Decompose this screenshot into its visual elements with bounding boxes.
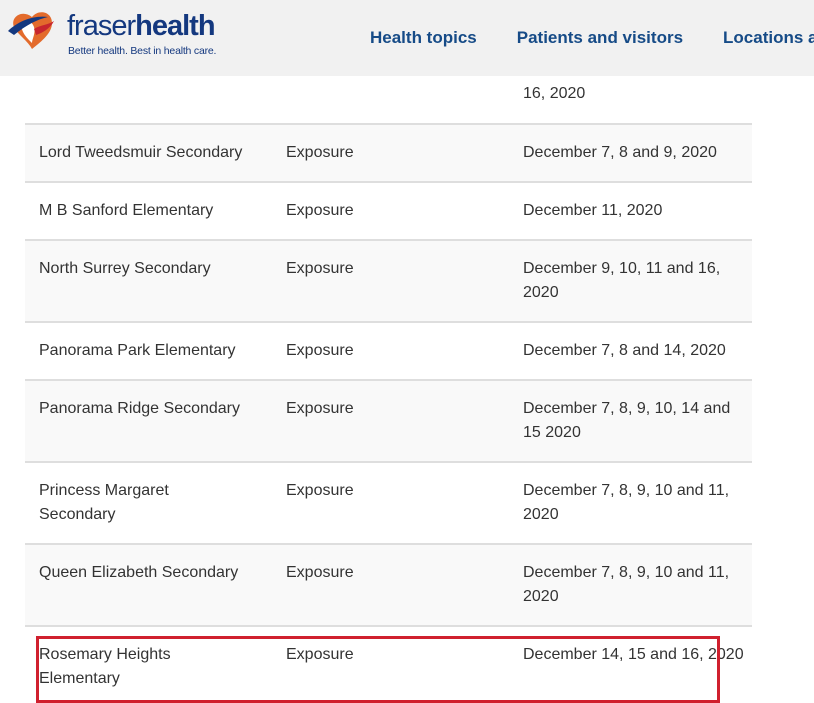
logo-word-health: health (135, 10, 215, 42)
school-name-cell: Panorama Park Elementary (39, 342, 236, 359)
exposure-dates-cell: December 7, 8 and 9, 2020 (523, 144, 717, 161)
fraserhealth-heart-logo-icon (8, 12, 54, 49)
table-row: Queen Elizabeth Secondary Exposure Decem… (25, 545, 752, 627)
table-row: Rosemary Heights Elementary Exposure Dec… (25, 627, 752, 703)
table-row: Princess Margaret Secondary Exposure Dec… (25, 463, 752, 545)
exposure-dates-cell: December 7, 8, 9, 10 and 11, 2020 (523, 564, 730, 605)
exposure-dates-cell: December 7, 8 and 14, 2020 (523, 342, 726, 359)
school-name-cell: Panorama Ridge Secondary (39, 400, 241, 417)
school-name-cell: Rosemary Heights Elementary (39, 646, 171, 687)
exposure-dates-cell: December 14, 15 and 16, 2020 (523, 646, 744, 663)
notification-type-cell: Exposure (286, 482, 354, 499)
logo-wordmark: fraserhealth (67, 10, 216, 42)
notification-type-cell: Exposure (286, 144, 354, 161)
table-row: Panorama Ridge Secondary Exposure Decemb… (25, 381, 752, 463)
exposure-dates-cell: 16, 2020 (523, 85, 586, 102)
logo-word-fraser: fraser (67, 10, 136, 42)
exposure-dates-cell: December 9, 10, 11 and 16, 2020 (523, 260, 721, 301)
notification-type-cell: Exposure (286, 342, 354, 359)
table-row: North Surrey Secondary Exposure December… (25, 241, 752, 323)
exposure-dates-cell: December 7, 8, 9, 10 and 11, 2020 (523, 482, 730, 523)
table-row: M B Sanford Elementary Exposure December… (25, 183, 752, 241)
main-nav: Health topics Patients and visitors Locati… (370, 28, 814, 48)
table-row: Lord Tweedsmuir Secondary Exposure Decem… (25, 125, 752, 183)
school-name-cell: North Surrey Secondary (39, 260, 211, 277)
notification-type-cell: Exposure (286, 564, 354, 581)
site-header: fraserhealth Better health. Best in heal… (0, 0, 814, 76)
school-exposures-table: 16, 2020 Lord Tweedsmuir Secondary Expos… (25, 0, 752, 703)
home-logo-link[interactable]: fraserhealth Better health. Best in heal… (8, 4, 216, 66)
notification-type-cell: Exposure (286, 260, 354, 277)
school-name-cell: Lord Tweedsmuir Secondary (39, 144, 243, 161)
nav-locations-and-services[interactable]: Locations and (723, 28, 814, 48)
school-name-cell: M B Sanford Elementary (39, 202, 214, 219)
table-row: Panorama Park Elementary Exposure Decemb… (25, 323, 752, 381)
notification-type-cell: Exposure (286, 400, 354, 417)
school-name-cell: Princess Margaret Secondary (39, 482, 169, 523)
nav-patients-and-visitors[interactable]: Patients and visitors (517, 28, 683, 48)
exposure-dates-cell: December 7, 8, 9, 10, 14 and 15 2020 (523, 400, 731, 441)
school-name-cell: Queen Elizabeth Secondary (39, 564, 239, 581)
notification-type-cell: Exposure (286, 646, 354, 663)
nav-health-topics[interactable]: Health topics (370, 28, 477, 48)
logo-tagline: Better health. Best in health care. (68, 45, 217, 57)
exposure-dates-cell: December 11, 2020 (523, 202, 663, 219)
notification-type-cell: Exposure (286, 202, 354, 219)
